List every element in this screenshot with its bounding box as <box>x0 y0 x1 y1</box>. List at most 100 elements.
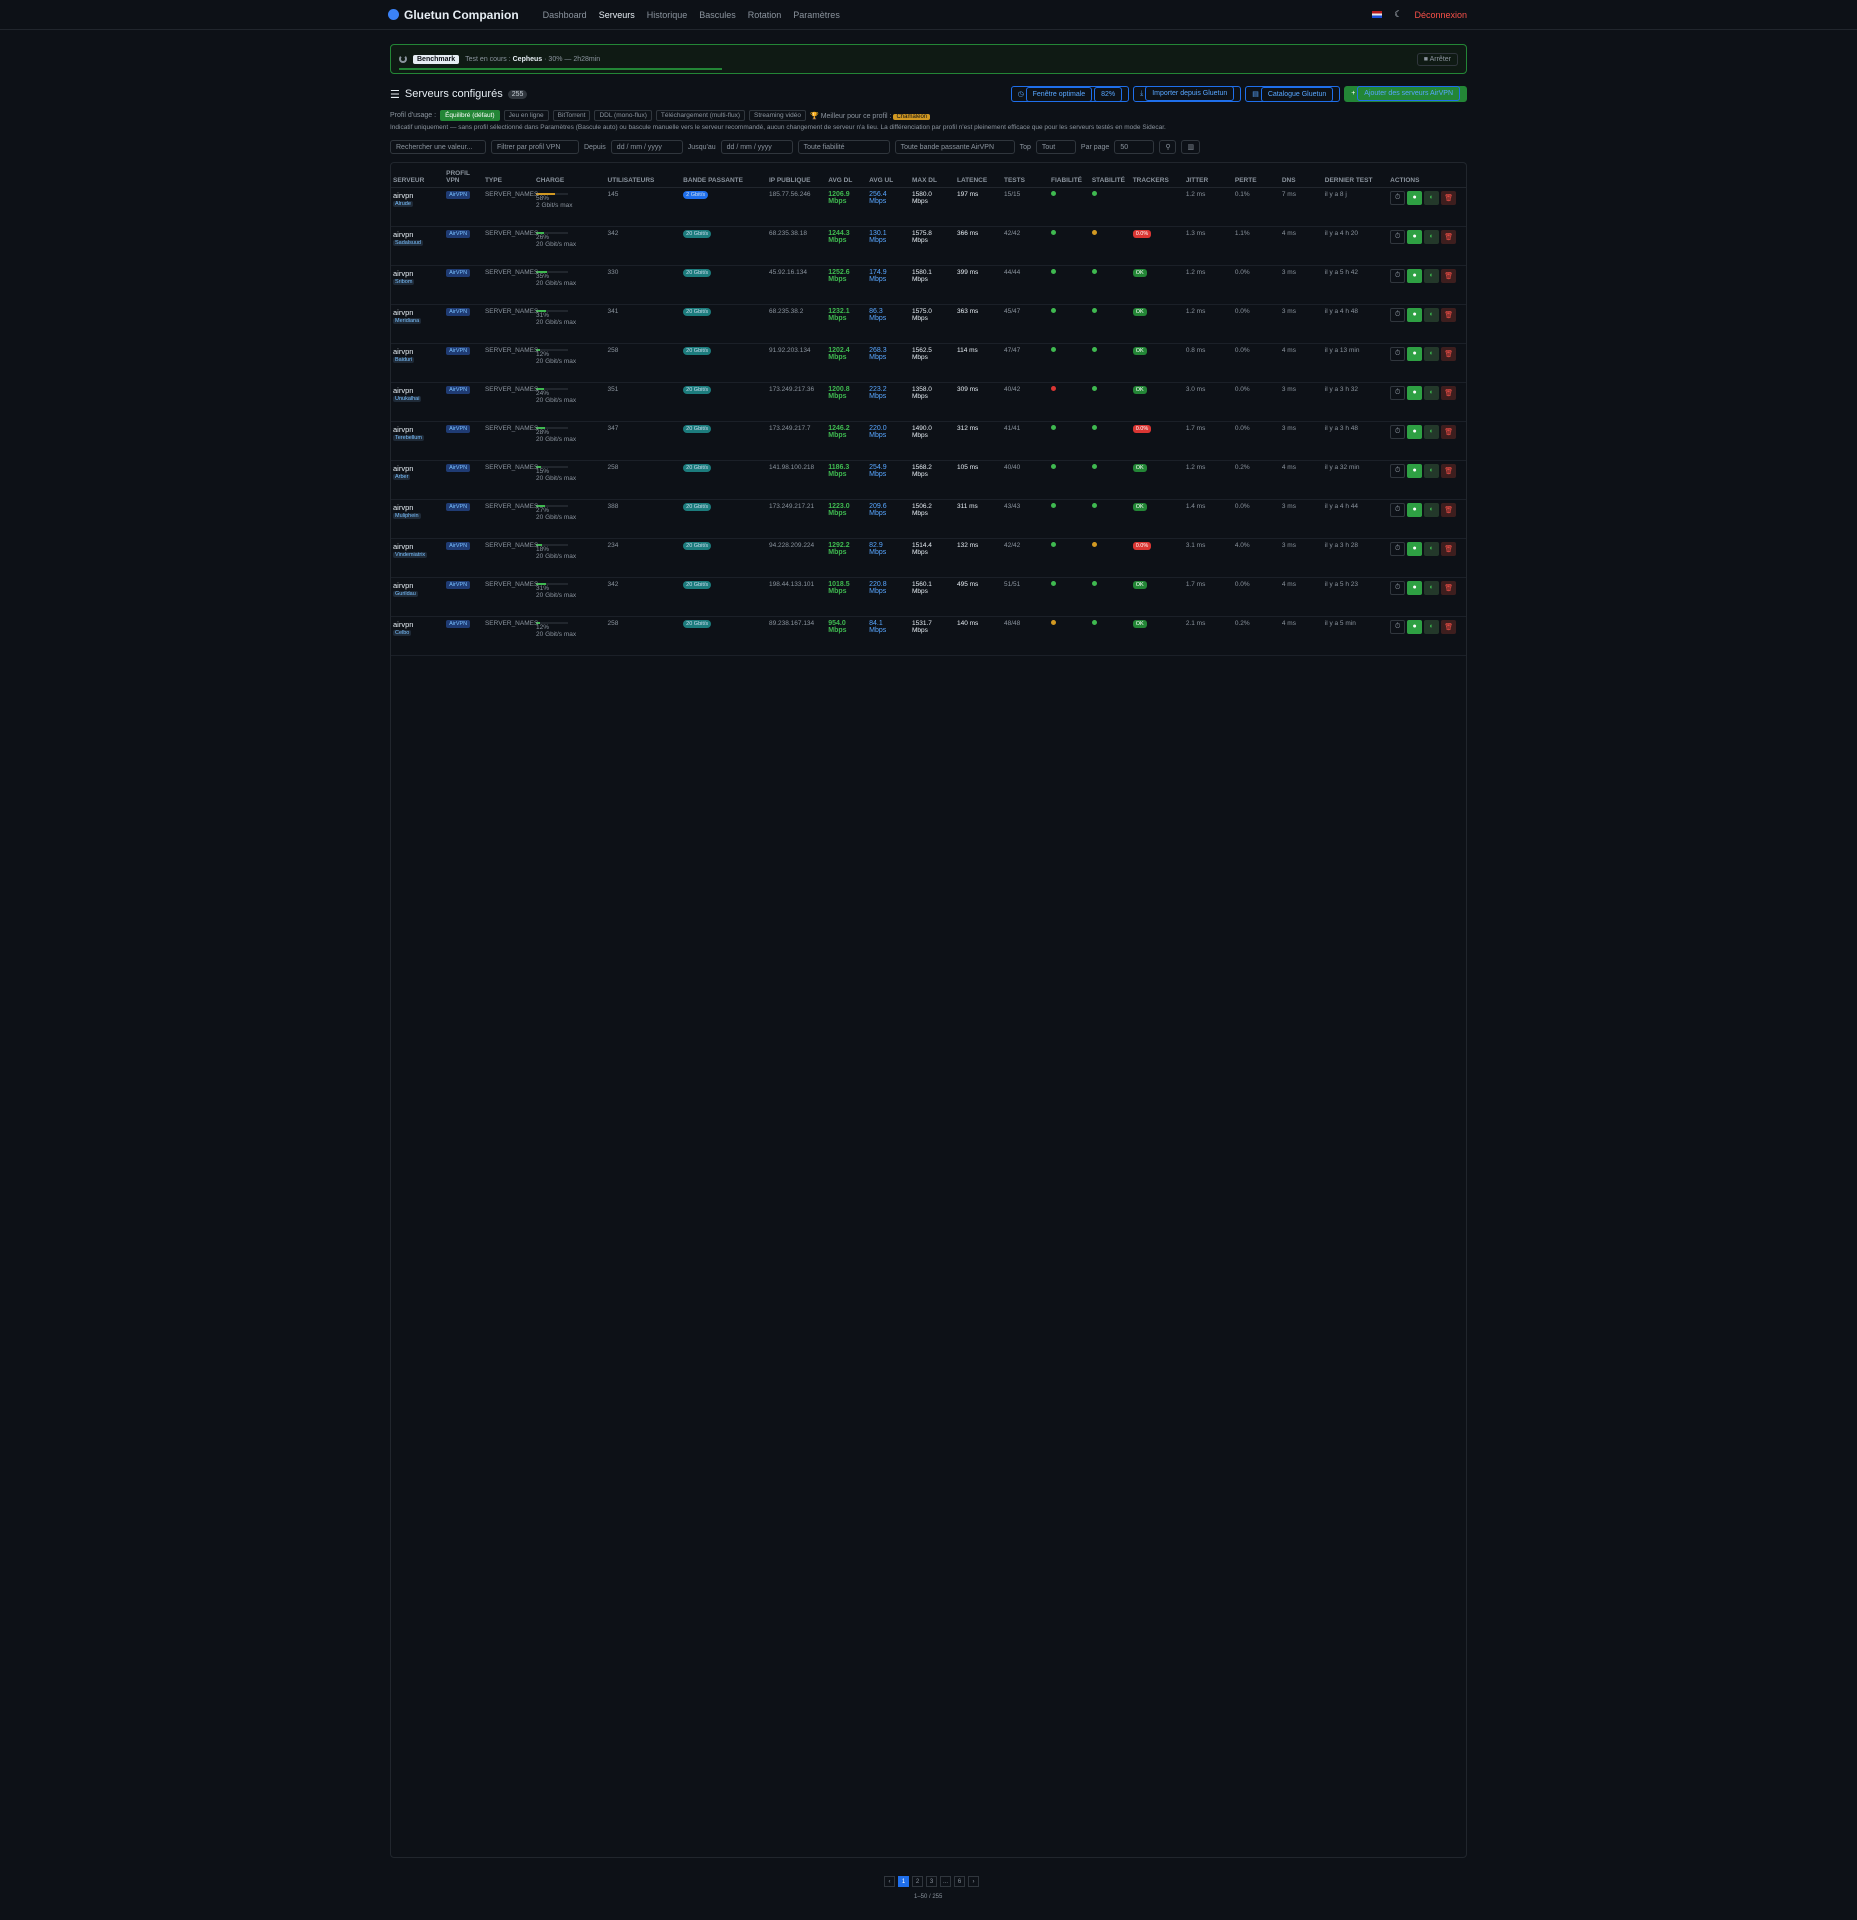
import-gluetun-button[interactable]: ⤓ Importer depuis Gluetun <box>1133 86 1242 102</box>
benchmark-action-icon[interactable]: ⏱ <box>1390 502 1406 517</box>
toggle-action-icon[interactable]: ◐ <box>1424 502 1440 517</box>
connect-action-icon[interactable]: ● <box>1407 463 1423 478</box>
toggle-action-icon[interactable]: ◐ <box>1424 580 1440 595</box>
column-header[interactable]: MAX DL <box>910 163 955 188</box>
page-button[interactable]: 3 <box>926 1876 937 1887</box>
profile-option-streaming[interactable]: Streaming vidéo <box>749 110 807 121</box>
delete-action-icon[interactable]: 🗑 <box>1441 346 1457 361</box>
toggle-action-icon[interactable]: ◐ <box>1424 307 1440 322</box>
page-button[interactable]: 2 <box>912 1876 923 1887</box>
profile-option-bittorrent[interactable]: BitTorrent <box>552 110 591 121</box>
page-button[interactable]: 1 <box>898 1876 909 1887</box>
profile-option-balanced[interactable]: Équilibré (défaut) <box>440 110 500 121</box>
vpn-profile-filter[interactable]: Filtrer par profil VPN <box>491 140 579 154</box>
nav-switches[interactable]: Bascules <box>699 10 736 20</box>
delete-action-icon[interactable]: 🗑 <box>1441 463 1457 478</box>
since-date-input[interactable]: dd / mm / yyyy <box>610 140 683 154</box>
toggle-action-icon[interactable]: ◐ <box>1424 385 1440 400</box>
language-flag-icon[interactable] <box>1372 11 1383 18</box>
benchmark-action-icon[interactable]: ⏱ <box>1390 424 1406 439</box>
column-header[interactable]: SERVEUR <box>391 163 445 188</box>
nav-dashboard[interactable]: Dashboard <box>543 10 587 20</box>
page-button[interactable]: ... <box>940 1876 951 1887</box>
connect-action-icon[interactable]: ● <box>1407 268 1423 283</box>
column-header[interactable]: TYPE <box>482 163 535 188</box>
column-header[interactable]: IP PUBLIQUE <box>766 163 827 188</box>
per-page-select[interactable]: 50 <box>1114 140 1155 154</box>
delete-action-icon[interactable]: 🗑 <box>1441 580 1457 595</box>
delete-action-icon[interactable]: 🗑 <box>1441 385 1457 400</box>
page-button[interactable]: 6 <box>954 1876 965 1887</box>
connect-action-icon[interactable]: ● <box>1407 502 1423 517</box>
toggle-action-icon[interactable]: ◐ <box>1424 229 1440 244</box>
columns-icon[interactable]: ▥ <box>1181 140 1201 154</box>
profile-option-multi-download[interactable]: Téléchargement (multi-flux) <box>655 110 746 121</box>
connect-action-icon[interactable]: ● <box>1407 229 1423 244</box>
table-row[interactable]: airvpn Vindemiatrix AirVPN SERVER_NAMES 18% 2… <box>391 538 1466 578</box>
delete-action-icon[interactable]: 🗑 <box>1441 619 1457 634</box>
benchmark-action-icon[interactable]: ⏱ <box>1390 307 1406 322</box>
connect-action-icon[interactable]: ● <box>1407 619 1423 634</box>
toggle-action-icon[interactable]: ◐ <box>1424 190 1440 205</box>
delete-action-icon[interactable]: 🗑 <box>1441 229 1457 244</box>
add-airvpn-servers-button[interactable]: + Ajouter des serveurs AirVPN <box>1344 86 1467 102</box>
table-row[interactable]: airvpn Unukalhai AirVPN SERVER_NAMES 24% 20 G… <box>391 382 1466 422</box>
column-header[interactable]: TESTS <box>1001 163 1049 188</box>
until-date-input[interactable]: dd / mm / yyyy <box>720 140 793 154</box>
nav-history[interactable]: Historique <box>647 10 688 20</box>
table-row[interactable]: airvpn Terebellum AirVPN SERVER_NAMES 28% 20 … <box>391 421 1466 461</box>
table-row[interactable]: airvpn Celbo AirVPN SERVER_NAMES 12% 20 Gbit/… <box>391 616 1466 656</box>
table-row[interactable]: airvpn Arber AirVPN SERVER_NAMES 15% 20 Gbit/… <box>391 460 1466 500</box>
filter-icon[interactable]: ⚲ <box>1159 140 1177 154</box>
toggle-action-icon[interactable]: ◐ <box>1424 424 1440 439</box>
connect-action-icon[interactable]: ● <box>1407 424 1423 439</box>
delete-action-icon[interactable]: 🗑 <box>1441 424 1457 439</box>
toggle-action-icon[interactable]: ◐ <box>1424 346 1440 361</box>
column-header[interactable]: DERNIER TEST <box>1322 163 1389 188</box>
table-row[interactable]: airvpn Gurildau AirVPN SERVER_NAMES 31% 20 Gb… <box>391 577 1466 617</box>
profile-option-ddl[interactable]: DDL (mono-flux) <box>594 110 652 121</box>
connect-action-icon[interactable]: ● <box>1407 541 1423 556</box>
column-header[interactable]: AVG UL <box>867 163 911 188</box>
table-row[interactable]: airvpn Alrude AirVPN SERVER_NAMES 58% 2 Gbit/… <box>391 187 1466 227</box>
stop-benchmark-button[interactable]: ■ Arrêter <box>1416 52 1458 66</box>
column-header[interactable]: UTILISATEURS <box>605 163 682 188</box>
benchmark-action-icon[interactable]: ⏱ <box>1390 385 1406 400</box>
delete-action-icon[interactable]: 🗑 <box>1441 190 1457 205</box>
optimal-window-button[interactable]: ◷ Fenêtre optimale 82% <box>1010 86 1130 102</box>
column-header[interactable]: JITTER <box>1183 163 1233 188</box>
toggle-action-icon[interactable]: ◐ <box>1424 268 1440 283</box>
column-header[interactable]: ACTIONS <box>1388 163 1466 188</box>
benchmark-action-icon[interactable]: ⏱ <box>1390 346 1406 361</box>
column-header[interactable]: LATENCE <box>954 163 1002 188</box>
toggle-action-icon[interactable]: ◐ <box>1424 619 1440 634</box>
delete-action-icon[interactable]: 🗑 <box>1441 541 1457 556</box>
logout-link[interactable]: Déconnexion <box>1414 10 1467 20</box>
benchmark-action-icon[interactable]: ⏱ <box>1390 619 1406 634</box>
column-header[interactable]: PERTE <box>1232 163 1280 188</box>
benchmark-action-icon[interactable]: ⏱ <box>1390 463 1406 478</box>
benchmark-action-icon[interactable]: ⏱ <box>1390 229 1406 244</box>
column-header[interactable]: STABILITÉ <box>1089 163 1131 188</box>
table-row[interactable]: airvpn Meridiana AirVPN SERVER_NAMES 31% 20 G… <box>391 304 1466 344</box>
benchmark-action-icon[interactable]: ⏱ <box>1390 541 1406 556</box>
benchmark-action-icon[interactable]: ⏱ <box>1390 580 1406 595</box>
table-row[interactable]: airvpn Sribom AirVPN SERVER_NAMES 35% 20 Gbit… <box>391 265 1466 305</box>
connect-action-icon[interactable]: ● <box>1407 307 1423 322</box>
column-header[interactable]: DNS <box>1279 163 1323 188</box>
nav-settings[interactable]: Paramètres <box>793 10 840 20</box>
benchmark-action-icon[interactable]: ⏱ <box>1390 190 1406 205</box>
column-header[interactable]: AVG DL <box>826 163 868 188</box>
toggle-action-icon[interactable]: ◐ <box>1424 463 1440 478</box>
nav-servers[interactable]: Serveurs <box>599 10 635 20</box>
toggle-action-icon[interactable]: ◐ <box>1424 541 1440 556</box>
column-header[interactable]: CHARGE <box>534 163 606 188</box>
column-header[interactable]: FIABILITÉ <box>1048 163 1090 188</box>
table-row[interactable]: airvpn Sadalsuud AirVPN SERVER_NAMES 26% 20 G… <box>391 226 1466 266</box>
connect-action-icon[interactable]: ● <box>1407 190 1423 205</box>
column-header[interactable]: PROFIL VPN <box>444 163 483 188</box>
theme-toggle-moon-icon[interactable]: ☾ <box>1394 9 1402 20</box>
column-header[interactable]: TRACKERS <box>1130 163 1184 188</box>
nav-rotation[interactable]: Rotation <box>748 10 782 20</box>
connect-action-icon[interactable]: ● <box>1407 385 1423 400</box>
